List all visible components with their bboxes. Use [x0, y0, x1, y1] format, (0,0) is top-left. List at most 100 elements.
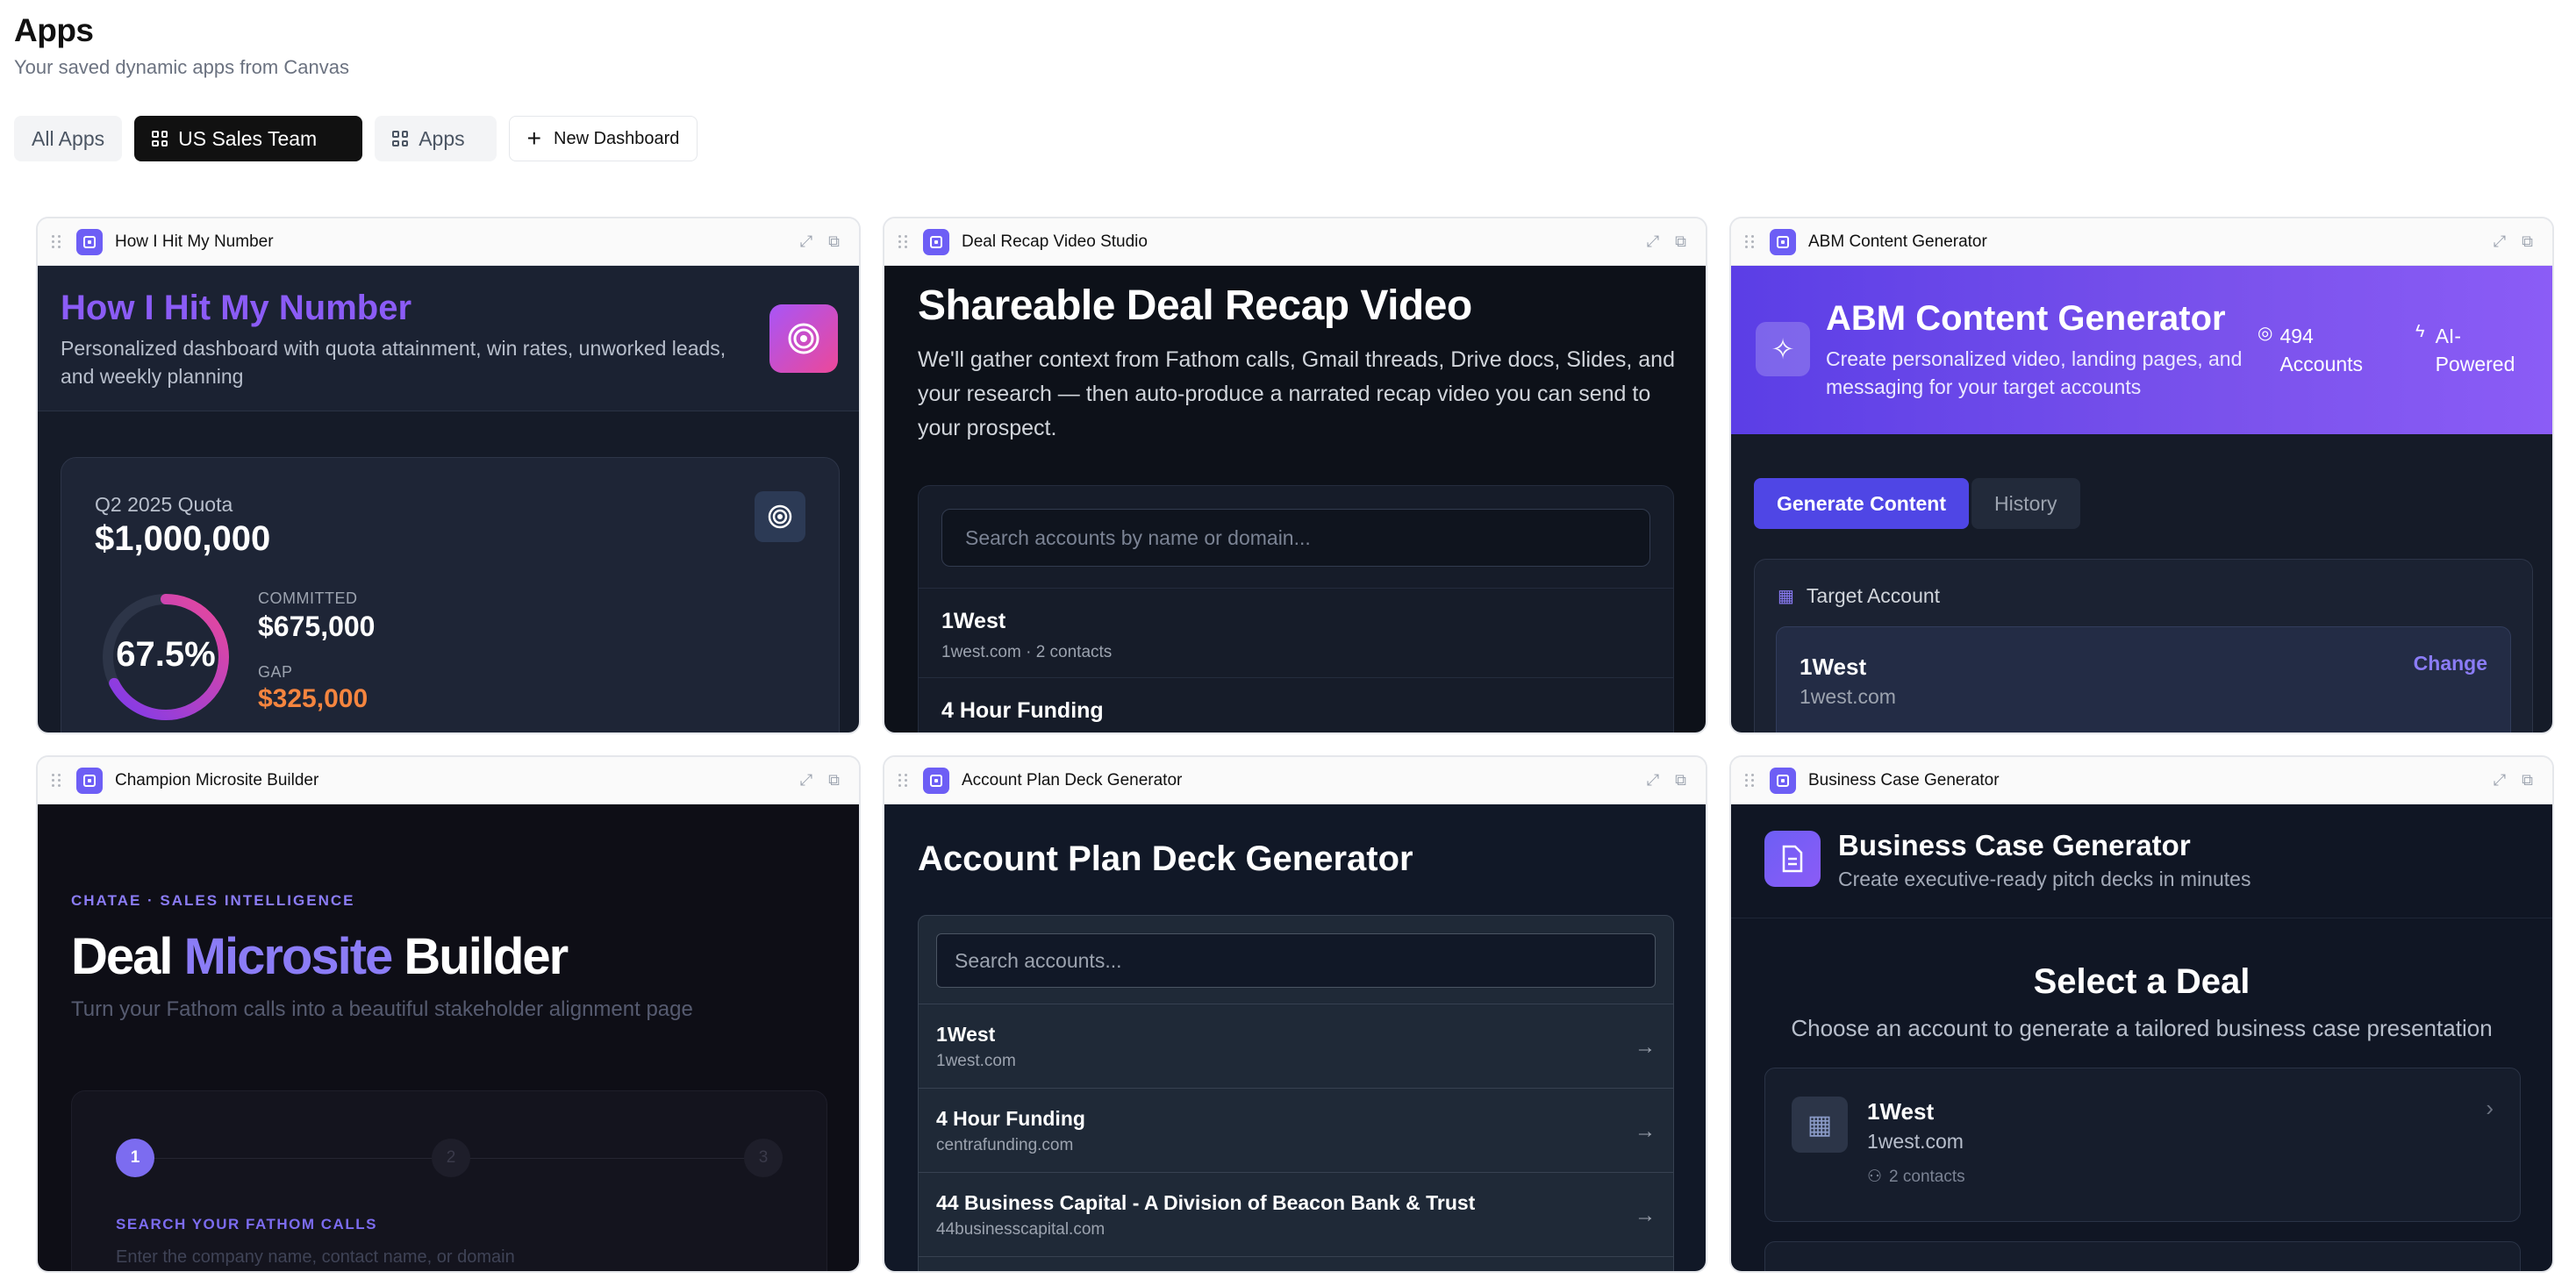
external-link-icon[interactable]: ⧉: [2522, 771, 2533, 789]
selected-account: 1West 1west.com Change: [1776, 626, 2511, 732]
drag-handle-icon[interactable]: [1745, 773, 1754, 788]
app-description: Personalized dashboard with quota attain…: [61, 337, 726, 388]
app-icon: [923, 767, 949, 794]
drag-handle-icon[interactable]: [52, 234, 61, 249]
arrow-right-icon[interactable]: →: [1635, 1119, 1656, 1144]
external-link-icon[interactable]: ⧉: [828, 771, 840, 789]
app-card-how-i-hit-my-number[interactable]: How I Hit My Number ⤢ ⧉ How I Hit My Numb…: [36, 217, 861, 734]
list-item[interactable]: 4 Hour Funding centrafunding.com: [936, 1107, 1085, 1155]
users-icon: ⚇: [1867, 1168, 1883, 1186]
drag-handle-icon[interactable]: [1745, 234, 1754, 249]
app-card-business-case-generator[interactable]: Business Case Generator ⤢ ⧉ Business Case…: [1729, 755, 2554, 1273]
app-card-account-plan-deck-generator[interactable]: Account Plan Deck Generator ⤢ ⧉ Account P…: [883, 755, 1707, 1273]
card-header: Deal Recap Video Studio ⤢ ⧉: [884, 218, 1706, 266]
account-name: 1West: [941, 609, 1006, 633]
external-link-icon[interactable]: ⧉: [1675, 771, 1686, 789]
drag-handle-icon[interactable]: [52, 773, 61, 788]
quota-percent: 67.5%: [116, 635, 216, 674]
app-heading: ABM Content Generator: [1826, 299, 2226, 338]
arrow-right-icon[interactable]: →: [1635, 1035, 1656, 1060]
history-button[interactable]: History: [1971, 478, 2080, 529]
account-domain: 44businesscapital.com: [936, 1220, 1106, 1239]
external-link-icon[interactable]: ⧉: [1675, 232, 1686, 251]
grid-icon: [152, 131, 168, 146]
card-header: How I Hit My Number ⤢ ⧉: [38, 218, 859, 266]
tab-us-sales-team-label: US Sales Team: [178, 126, 318, 150]
list-item[interactable]: 1West 1west.com · 2 contacts: [941, 609, 1112, 662]
generate-content-button[interactable]: Generate Content: [1754, 478, 1969, 529]
arrow-right-icon[interactable]: →: [1635, 1204, 1656, 1228]
card-header: Account Plan Deck Generator ⤢ ⧉: [884, 757, 1706, 804]
drag-handle-icon[interactable]: [898, 234, 907, 249]
change-account-link[interactable]: Change: [2414, 652, 2487, 675]
target-account-panel: ▦ Target Account 1West 1west.com Change: [1754, 559, 2533, 732]
account-name: 1West: [936, 1023, 996, 1046]
account-search-input[interactable]: Search accounts...: [936, 933, 1656, 988]
eyebrow-text: CHATAE · SALES INTELLIGENCE: [71, 892, 355, 909]
tab-us-sales-team[interactable]: US Sales Team: [134, 116, 363, 161]
heading-word: Builder: [404, 928, 569, 985]
app-subtitle: Create executive-ready pitch decks in mi…: [1838, 868, 2251, 890]
grid-icon: [392, 131, 409, 146]
app-heading: Account Plan Deck Generator: [918, 839, 1413, 878]
app-icon: [76, 228, 103, 255]
quota-value: $1,000,000: [95, 519, 271, 558]
external-link-icon[interactable]: ⧉: [828, 232, 840, 251]
step-label: SEARCH YOUR FATHOM CALLS: [116, 1216, 377, 1232]
tab-apps[interactable]: Apps: [375, 116, 497, 161]
ai-stat: ϟ AI-Powered: [2415, 322, 2532, 378]
select-deal-title: Select a Deal: [2033, 962, 2250, 1001]
deal-contacts-text: 2 contacts: [1889, 1167, 1965, 1186]
app-heading: How I Hit My Number: [61, 289, 412, 327]
chevron-right-icon: ›: [2486, 1095, 2494, 1121]
app-card-deal-recap-video-studio[interactable]: Deal Recap Video Studio ⤢ ⧉ Shareable Dea…: [883, 217, 1707, 734]
expand-icon[interactable]: ⤢: [2494, 771, 2506, 789]
step-1[interactable]: 1: [116, 1139, 154, 1177]
list-item[interactable]: 1West 1west.com: [936, 1023, 1016, 1071]
expand-icon[interactable]: ⤢: [2494, 232, 2506, 251]
card-body: How I Hit My Number Personalized dashboa…: [38, 266, 859, 732]
app-icon: [76, 767, 103, 794]
deal-domain: 1west.com: [1867, 1130, 1964, 1153]
drag-handle-icon[interactable]: [898, 773, 907, 788]
list-item[interactable]: 4 Hour Funding: [941, 698, 1104, 724]
account-domain: centrafunding.com: [936, 1136, 1074, 1154]
deal-card[interactable]: ▦ 1West 1west.com ⚇ 2 contacts ›: [1764, 1068, 2521, 1222]
account-search-input[interactable]: Search accounts by name or domain...: [941, 509, 1650, 567]
fathom-search-input[interactable]: Enter the company name, contact name, or…: [116, 1247, 515, 1268]
card-body: Shareable Deal Recap Video We'll gather …: [884, 266, 1706, 732]
step-3[interactable]: 3: [744, 1139, 783, 1177]
expand-icon[interactable]: ⤢: [800, 771, 812, 789]
app-description: Create personalized video, landing pages…: [1826, 347, 2243, 398]
tab-all-apps[interactable]: All Apps: [14, 116, 123, 161]
deal-card[interactable]: [1764, 1241, 2521, 1271]
dashboard-tabs: All Apps US Sales Team Apps + New Dashboa…: [14, 116, 698, 161]
document-icon: [1764, 831, 1821, 887]
new-dashboard-label: New Dashboard: [554, 128, 680, 148]
app-card-abm-content-generator[interactable]: ABM Content Generator ⤢ ⧉ ✧ ABM Content G…: [1729, 217, 2554, 734]
deal-contacts: ⚇ 2 contacts: [1867, 1167, 1965, 1187]
list-item[interactable]: 44 Business Capital - A Division of Beac…: [936, 1191, 1475, 1240]
external-link-icon[interactable]: ⧉: [2522, 232, 2533, 251]
stepper-panel: 1 2 3 SEARCH YOUR FATHOM CALLS Enter the…: [71, 1090, 827, 1271]
expand-icon[interactable]: ⤢: [800, 232, 812, 251]
app-icon: [1770, 228, 1796, 255]
gap-value: $325,000: [258, 684, 369, 713]
target-icon: ◎: [2258, 324, 2273, 343]
new-dashboard-button[interactable]: + New Dashboard: [508, 116, 698, 161]
app-description: We'll gather context from Fathom calls, …: [918, 347, 1675, 440]
card-body: Account Plan Deck Generator Search accou…: [884, 804, 1706, 1271]
account-meta: 1west.com · 2 contacts: [941, 643, 1113, 661]
step-2[interactable]: 2: [432, 1139, 470, 1177]
accounts-stat-text: 494 Accounts: [2279, 325, 2364, 375]
page-subtitle: Your saved dynamic apps from Canvas: [14, 56, 349, 78]
card-title: Account Plan Deck Generator: [962, 770, 1183, 789]
card-header: Business Case Generator ⤢ ⧉: [1731, 757, 2552, 804]
account-name: 1West: [1800, 654, 1867, 680]
account-domain: 1west.com: [1800, 685, 1896, 708]
quota-progress-ring: 67.5%: [100, 591, 232, 723]
expand-icon[interactable]: ⤢: [1647, 771, 1659, 789]
expand-icon[interactable]: ⤢: [1647, 232, 1659, 251]
account-domain: 1west.com: [936, 1052, 1016, 1070]
app-card-champion-microsite-builder[interactable]: Champion Microsite Builder ⤢ ⧉ CHATAE · S…: [36, 755, 861, 1273]
